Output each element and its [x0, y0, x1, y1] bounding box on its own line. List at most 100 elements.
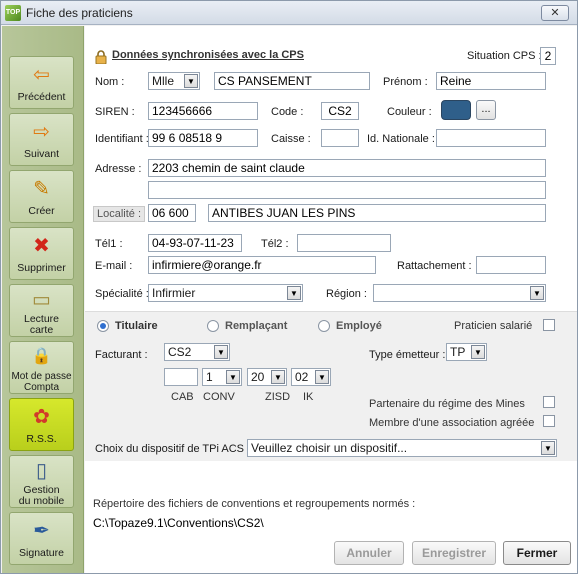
chevron-down-icon: ▼ [226, 370, 240, 384]
window-title: Fiche des praticiens [26, 6, 133, 20]
siren-label: SIREN : [95, 106, 135, 118]
nom-label: Nom : [95, 76, 125, 88]
type-emetteur-value: TP [450, 345, 466, 359]
tel2-label: Tél2 : [261, 238, 289, 250]
sidebar-item-label-2: du mobile [18, 495, 65, 507]
type-emetteur-select[interactable]: TP ▼ [446, 343, 487, 361]
facturant-label: Facturant : [95, 349, 148, 361]
remplacant-label: Remplaçant [225, 320, 288, 332]
rattachement-field[interactable] [476, 256, 546, 274]
prenom-field[interactable]: Reine [436, 72, 546, 90]
sidebar-item-rss[interactable]: ✿ R.S.S. [9, 398, 74, 451]
sidebar-item-mot-de-passe[interactable]: 🔒 Mot de passe Compta [9, 341, 74, 394]
chevron-down-icon: ▼ [184, 74, 198, 88]
chevron-down-icon: ▼ [287, 286, 301, 300]
titulaire-label: Titulaire [115, 320, 158, 332]
annuler-button[interactable]: Annuler [334, 541, 404, 565]
facturant-value: CS2 [168, 345, 192, 359]
tel2-field[interactable] [297, 234, 391, 252]
conv-select[interactable]: 1 ▼ [202, 368, 242, 386]
dispositif-select[interactable]: Veuillez choisir un dispositif... ▼ [247, 439, 557, 457]
region-select[interactable]: ▼ [373, 284, 546, 302]
create-icon: ✎ [33, 178, 50, 200]
caisse-label: Caisse : [271, 133, 311, 145]
siren-field[interactable]: 123456666 [148, 102, 258, 120]
password-icon: 🔒 [31, 348, 52, 365]
praticiens-window: TOP Fiche des praticiens ✕ ⇦ Précédent ⇨… [0, 0, 578, 574]
repertoire-path: C:\Topaze9.1\Conventions\CS2\ [93, 516, 264, 530]
enregistrer-button[interactable]: Enregistrer [412, 541, 496, 565]
sidebar-item-signature[interactable]: ✒ Signature [9, 512, 74, 565]
adresse-line1-field[interactable]: 2203 chemin de saint claude [148, 159, 546, 177]
rattachement-label: Rattachement : [397, 260, 472, 272]
specialite-value: Infirmier [152, 286, 196, 300]
couleur-swatch [441, 100, 471, 120]
membre-association-checkbox[interactable] [543, 415, 555, 427]
facturant-select[interactable]: CS2 ▼ [164, 343, 230, 361]
chevron-down-icon: ▼ [530, 286, 544, 300]
sidebar-item-precedent[interactable]: ⇦ Précédent [9, 56, 74, 109]
sidebar-item-label: Suivant [23, 148, 60, 160]
dispositif-value: Veuillez choisir un dispositif... [251, 441, 408, 455]
sidebar-item-creer[interactable]: ✎ Créer [9, 170, 74, 223]
praticien-salarie-checkbox[interactable] [543, 319, 555, 331]
adresse-label: Adresse : [95, 163, 142, 175]
region-label: Région : [326, 288, 367, 300]
sidebar-item-label: Signature [19, 547, 64, 559]
praticien-salarie-label: Praticien salarié [454, 320, 533, 332]
ville-field[interactable]: ANTIBES JUAN LES PINS [208, 204, 546, 222]
code-postal-field[interactable]: 06 600 [148, 204, 196, 222]
cab-label: CAB [171, 391, 194, 403]
chevron-down-icon: ▼ [315, 370, 329, 384]
sidebar-item-supprimer[interactable]: ✖ Supprimer [9, 227, 74, 280]
cab-field[interactable] [164, 368, 198, 386]
arrow-left-icon: ⇦ [33, 64, 50, 86]
identifiant-field[interactable]: 99 6 08518 9 [148, 129, 258, 147]
radio-employe[interactable] [318, 320, 330, 332]
radio-titulaire[interactable] [97, 320, 109, 332]
lock-icon [95, 50, 107, 64]
sidebar-item-suivant[interactable]: ⇨ Suivant [9, 113, 74, 166]
adresse-line2-field[interactable] [148, 181, 546, 199]
form-panel: Données synchronisées avec la CPS Situat… [85, 26, 577, 573]
sidebar-item-label-2: Compta [23, 382, 59, 393]
couleur-picker-button[interactable]: ... [476, 100, 496, 120]
code-field[interactable]: CS2 [321, 102, 359, 120]
chevron-down-icon: ▼ [271, 370, 285, 384]
prenom-label: Prénom : [383, 76, 428, 88]
zisd-select[interactable]: 20 ▼ [247, 368, 287, 386]
mobile-icon: ▯ [35, 460, 47, 482]
sidebar-item-label: R.S.S. [26, 433, 57, 445]
situation-cps-field[interactable]: 2 [540, 47, 556, 65]
specialite-select[interactable]: Infirmier ▼ [148, 284, 303, 302]
couleur-label: Couleur : [387, 106, 432, 118]
radio-remplacant[interactable] [207, 320, 219, 332]
tel1-label: Tél1 : [95, 238, 123, 250]
sidebar-item-label: Supprimer [17, 262, 66, 274]
caisse-field[interactable] [321, 129, 359, 147]
id-nationale-field[interactable] [436, 129, 546, 147]
title-bar: TOP Fiche des praticiens ✕ [1, 1, 577, 25]
topaze-icon: TOP [5, 5, 21, 21]
billing-panel: Titulaire Remplaçant Employé Praticien s… [85, 311, 577, 461]
zisd-value: 20 [251, 370, 265, 384]
sidebar-item-lecture-carte[interactable]: ▭ Lecture carte [9, 284, 74, 337]
email-field[interactable]: infirmiere@orange.fr [148, 256, 376, 274]
ik-select[interactable]: 02 ▼ [291, 368, 331, 386]
nom-field[interactable]: CS PANSEMENT [214, 72, 370, 90]
delete-icon: ✖ [33, 235, 50, 257]
fermer-button[interactable]: Fermer [503, 541, 571, 565]
signature-icon: ✒ [33, 520, 50, 542]
sidebar: ⇦ Précédent ⇨ Suivant ✎ Créer ✖ Supprime… [2, 26, 84, 573]
civilite-select[interactable]: Mlle ▼ [148, 72, 200, 90]
conv-label: CONV [203, 391, 235, 403]
sidebar-item-label-1: Mot de passe [11, 371, 72, 382]
tel1-field[interactable]: 04-93-07-11-23 [148, 234, 242, 252]
conv-value: 1 [206, 370, 213, 384]
sidebar-item-label: Précédent [17, 91, 66, 103]
situation-cps-label: Situation CPS : [467, 50, 542, 62]
specialite-label: Spécialité : [95, 288, 149, 300]
partenaire-mines-checkbox[interactable] [543, 396, 555, 408]
close-button[interactable]: ✕ [541, 5, 569, 21]
sidebar-item-gestion-mobile[interactable]: ▯ Gestion du mobile [9, 455, 74, 508]
